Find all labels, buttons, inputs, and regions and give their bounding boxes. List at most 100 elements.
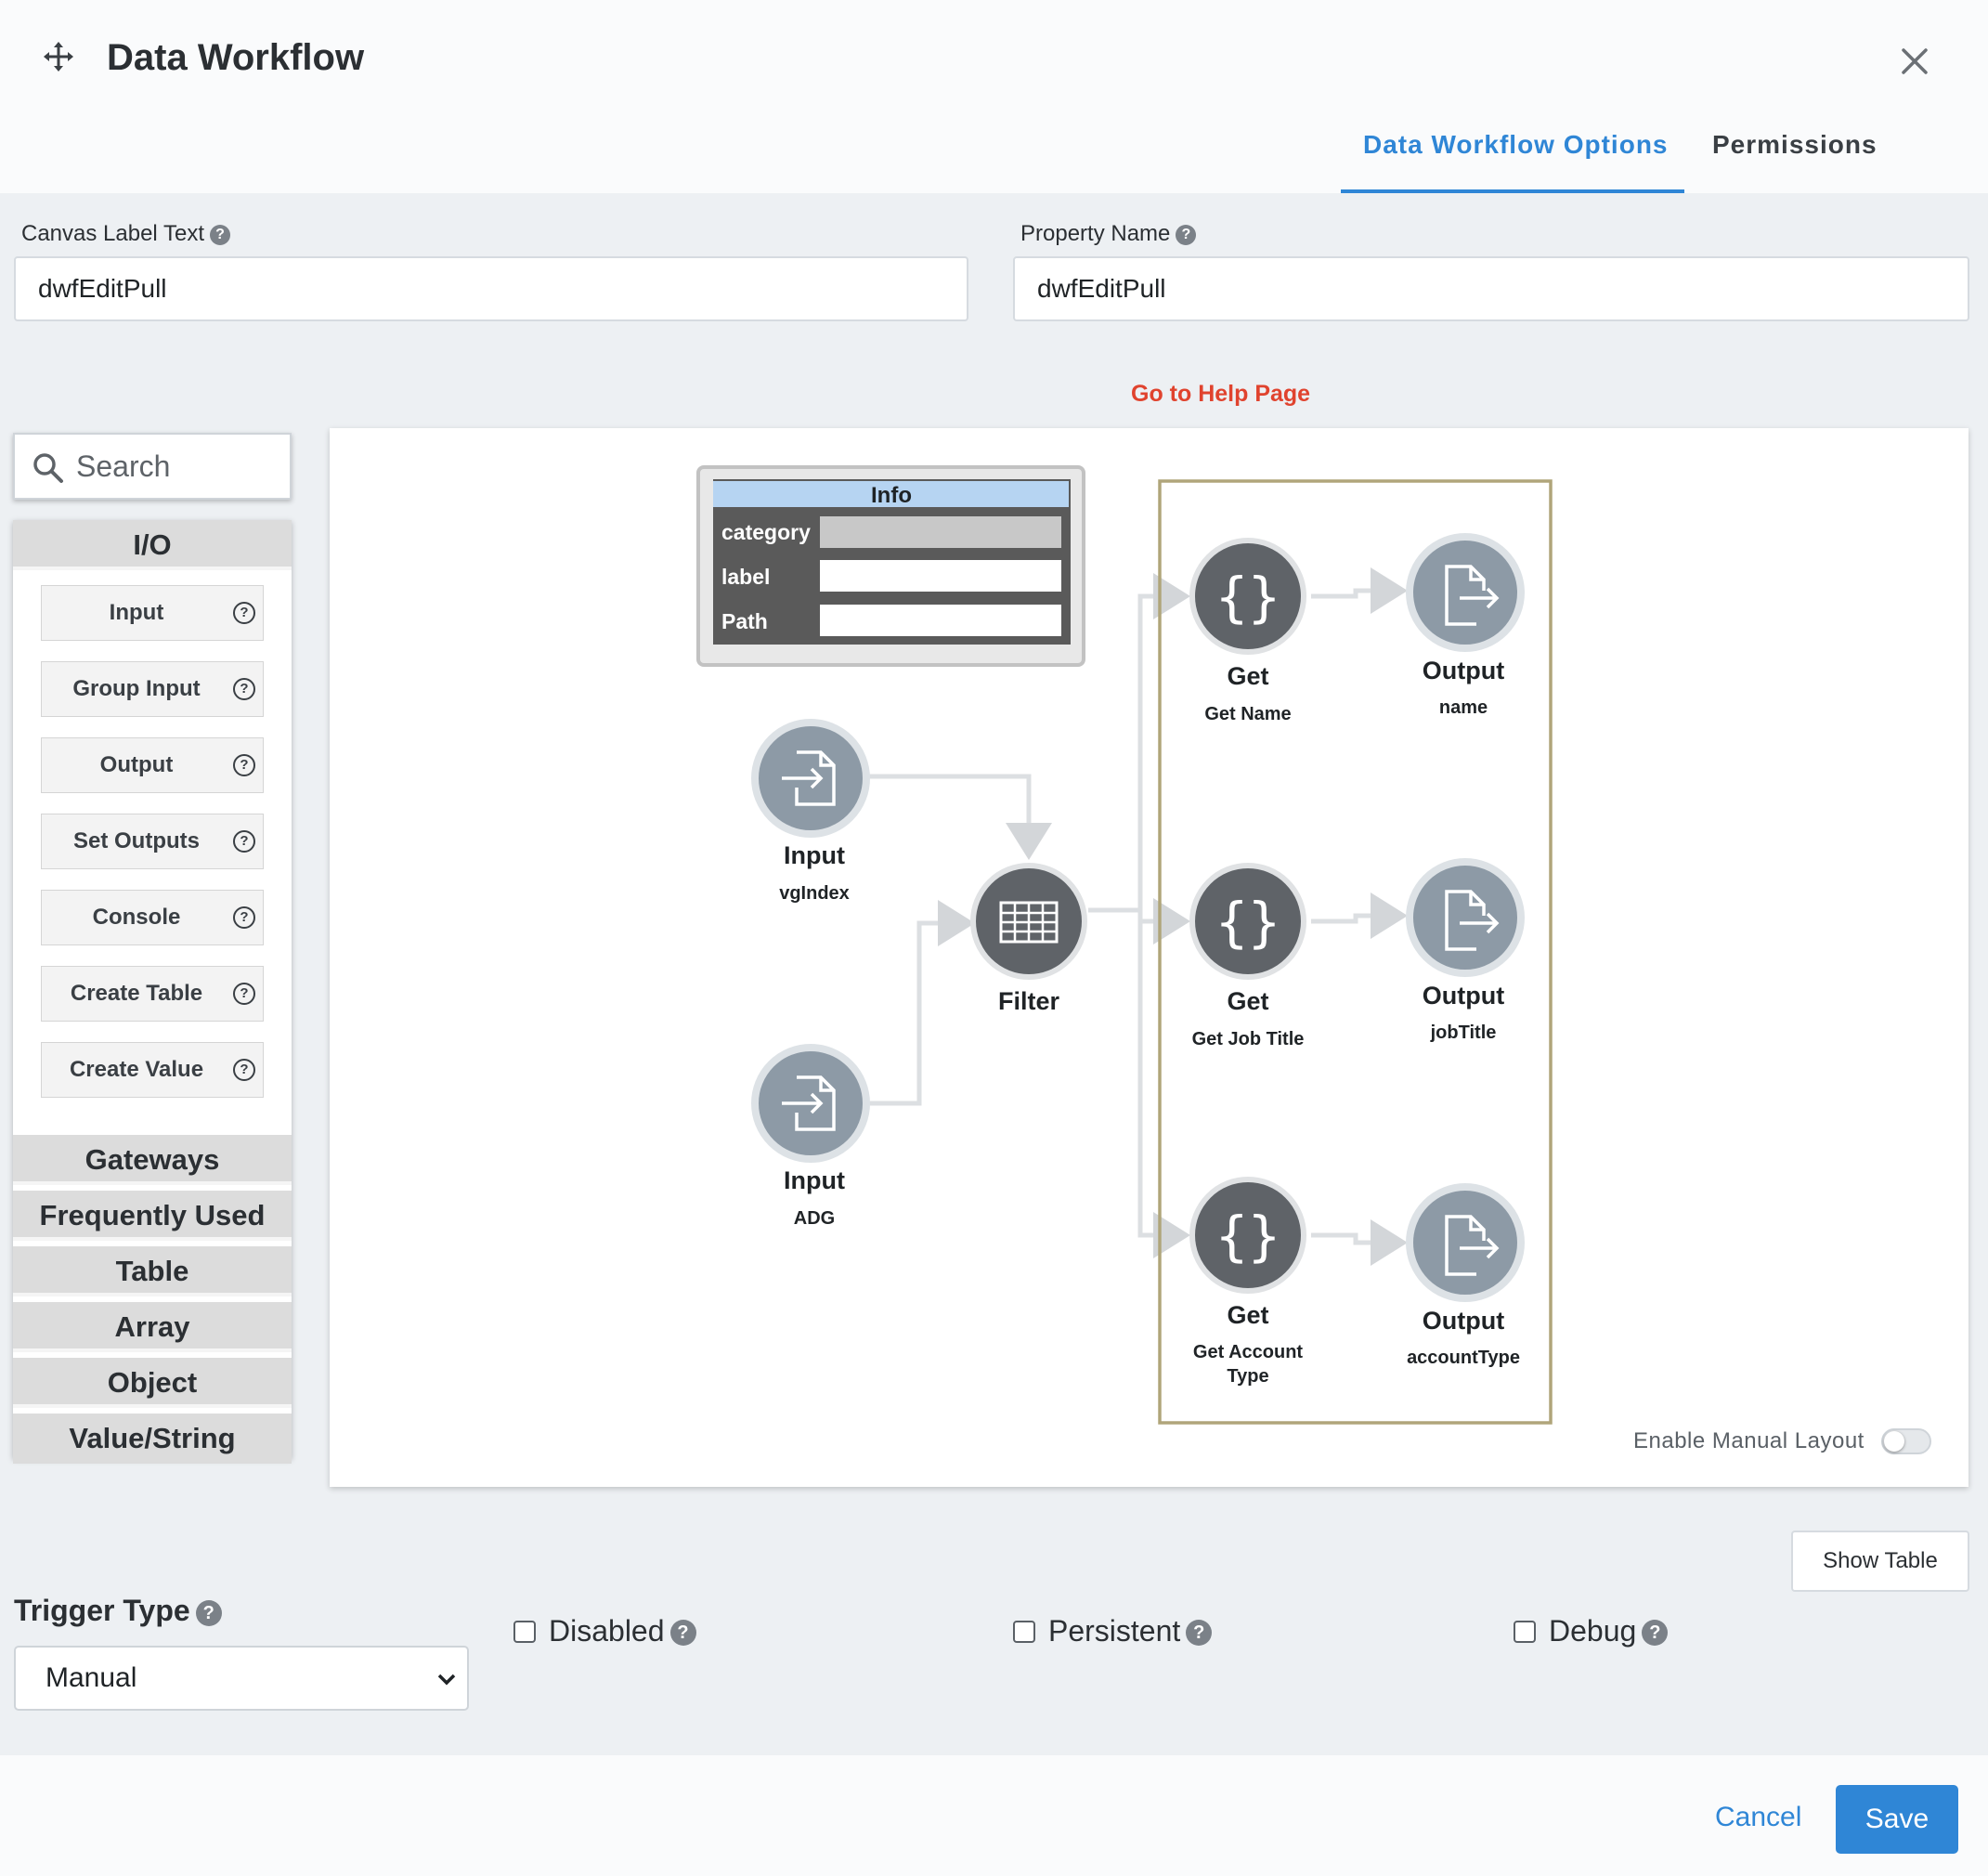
- palette-item-output[interactable]: Output?: [41, 737, 264, 793]
- property-name-input[interactable]: dwfEditPull: [1013, 256, 1969, 321]
- property-name-label: Property Name?: [1020, 221, 1197, 247]
- tab-data-workflow-options[interactable]: Data Workflow Options: [1363, 130, 1669, 160]
- persistent-checkbox[interactable]: Persistent?: [1013, 1614, 1213, 1648]
- edge-vgindex-filter: [867, 774, 1052, 860]
- node-name-label: Get Name: [1204, 704, 1291, 724]
- node-get-name-icon: {}: [1189, 538, 1306, 655]
- category-value-string[interactable]: Value/String: [13, 1414, 292, 1464]
- node-type-label: Get: [1227, 1301, 1268, 1329]
- category-io[interactable]: I/O: [13, 520, 292, 570]
- palette-item-label: Group Input: [72, 676, 201, 701]
- help-icon[interactable]: ?: [233, 754, 255, 776]
- property-name-label-text: Property Name: [1020, 221, 1171, 246]
- cancel-button[interactable]: Cancel: [1715, 1802, 1801, 1833]
- help-icon[interactable]: ?: [233, 1059, 255, 1081]
- canvas-label-text-input[interactable]: dwfEditPull: [14, 256, 968, 321]
- trigger-type-label-text: Trigger Type: [14, 1594, 190, 1627]
- node-output-account-type-icon: [1406, 1183, 1525, 1302]
- category-gateways[interactable]: Gateways: [13, 1135, 292, 1185]
- save-button[interactable]: Save: [1836, 1785, 1958, 1854]
- node-input-vgindex-icon: [751, 719, 870, 838]
- node-output-job-title-icon: [1406, 858, 1525, 977]
- category-frequently-used[interactable]: Frequently Used: [13, 1191, 292, 1241]
- help-icon[interactable]: ?: [233, 983, 255, 1005]
- palette-category-list: I/O Input? Group Input? Output? Set Outp…: [13, 520, 292, 1464]
- help-icon[interactable]: ?: [233, 830, 255, 853]
- show-table-button[interactable]: Show Table: [1791, 1531, 1969, 1592]
- chevron-down-icon: [437, 1674, 456, 1686]
- palette-item-set-outputs[interactable]: Set Outputs?: [41, 814, 264, 869]
- modal-footer: [0, 1755, 1988, 1876]
- help-icon[interactable]: ?: [1176, 225, 1197, 245]
- help-icon[interactable]: ?: [233, 678, 255, 700]
- trigger-type-select[interactable]: Manual: [14, 1646, 469, 1711]
- palette-item-label: Output: [99, 752, 174, 777]
- search-icon: [33, 453, 63, 483]
- checkbox-label: Persistent: [1048, 1614, 1181, 1648]
- tab-permissions[interactable]: Permissions: [1712, 130, 1878, 160]
- edge-filter-get-account-type: [1088, 907, 1190, 1258]
- info-row-key: label: [721, 565, 770, 589]
- palette-item-label: Create Value: [69, 1057, 204, 1082]
- node-type-label: Get: [1227, 987, 1268, 1015]
- node-name-label: vgIndex: [779, 883, 850, 904]
- debug-checkbox[interactable]: Debug?: [1514, 1614, 1669, 1648]
- help-icon[interactable]: ?: [669, 1620, 696, 1646]
- search-placeholder: Search: [76, 449, 171, 483]
- move-arrows-icon[interactable]: [43, 41, 74, 72]
- node-output-name-icon: [1406, 533, 1525, 652]
- help-icon[interactable]: ?: [1642, 1620, 1669, 1646]
- palette-item-create-table[interactable]: Create Table?: [41, 966, 264, 1022]
- palette-item-input[interactable]: Input?: [41, 585, 264, 641]
- node-type-label: Output: [1423, 982, 1504, 1010]
- close-icon[interactable]: [1898, 45, 1931, 78]
- toggle-knob: [1884, 1431, 1904, 1452]
- node-name-label: Get Account: [1193, 1342, 1303, 1362]
- edge-get-name-output-name: [1311, 567, 1408, 614]
- workflow-canvas[interactable]: {} {} {} Info category label Path Input …: [330, 428, 1969, 1487]
- help-icon[interactable]: ?: [210, 225, 231, 245]
- palette-item-create-value[interactable]: Create Value?: [41, 1042, 264, 1098]
- svg-text:{}: {}: [1215, 566, 1280, 629]
- help-page-link[interactable]: Go to Help Page: [1131, 381, 1310, 408]
- category-array[interactable]: Array: [13, 1302, 292, 1352]
- edge-get-job-title-output-job-title: [1311, 892, 1408, 939]
- help-icon[interactable]: ?: [233, 602, 255, 624]
- node-name-label: accountType: [1407, 1348, 1520, 1368]
- palette-search-input[interactable]: Search: [13, 433, 292, 500]
- checkbox-box[interactable]: [1514, 1621, 1536, 1643]
- node-type-label: Input: [784, 1166, 845, 1194]
- modal-header: Data Workflow Data Workflow Options Perm…: [0, 0, 1988, 193]
- palette-item-label: Create Table: [70, 981, 203, 1006]
- node-filter-icon: [970, 863, 1087, 980]
- node-input-adg-icon: [751, 1044, 870, 1163]
- canvas-label-text-label: Canvas Label Text?: [21, 221, 231, 247]
- help-icon[interactable]: ?: [195, 1600, 222, 1626]
- checkbox-box[interactable]: [513, 1621, 536, 1643]
- palette-item-label: Input: [109, 600, 164, 625]
- modal-title: Data Workflow: [107, 37, 365, 78]
- canvas-label-text-label-text: Canvas Label Text: [21, 221, 205, 246]
- info-row-key: Path: [721, 609, 768, 633]
- trigger-type-value: Manual: [45, 1662, 137, 1693]
- node-get-job-title-icon: {}: [1189, 863, 1306, 980]
- edge-adg-filter: [867, 900, 975, 1106]
- node-type-label: Filter: [998, 987, 1060, 1015]
- checkbox-box[interactable]: [1013, 1621, 1035, 1643]
- node-type-label: Input: [784, 841, 845, 869]
- edge-filter-get-name: [1088, 573, 1190, 913]
- palette-item-group-input[interactable]: Group Input?: [41, 661, 264, 717]
- workflow-diagram: {} {} {} Info category label Path Input …: [696, 465, 1553, 1425]
- node-type-label: Output: [1423, 1307, 1504, 1335]
- disabled-checkbox[interactable]: Disabled?: [513, 1614, 696, 1648]
- node-type-label: Output: [1423, 657, 1504, 684]
- help-icon[interactable]: ?: [1186, 1620, 1213, 1646]
- palette-item-console[interactable]: Console?: [41, 890, 264, 945]
- category-table[interactable]: Table: [13, 1246, 292, 1296]
- palette-item-label: Console: [92, 905, 181, 930]
- svg-text:{}: {}: [1215, 891, 1280, 954]
- enable-manual-layout-toggle[interactable]: [1881, 1428, 1931, 1454]
- node-get-account-type-icon: {}: [1189, 1177, 1306, 1294]
- category-object[interactable]: Object: [13, 1358, 292, 1408]
- help-icon[interactable]: ?: [233, 906, 255, 929]
